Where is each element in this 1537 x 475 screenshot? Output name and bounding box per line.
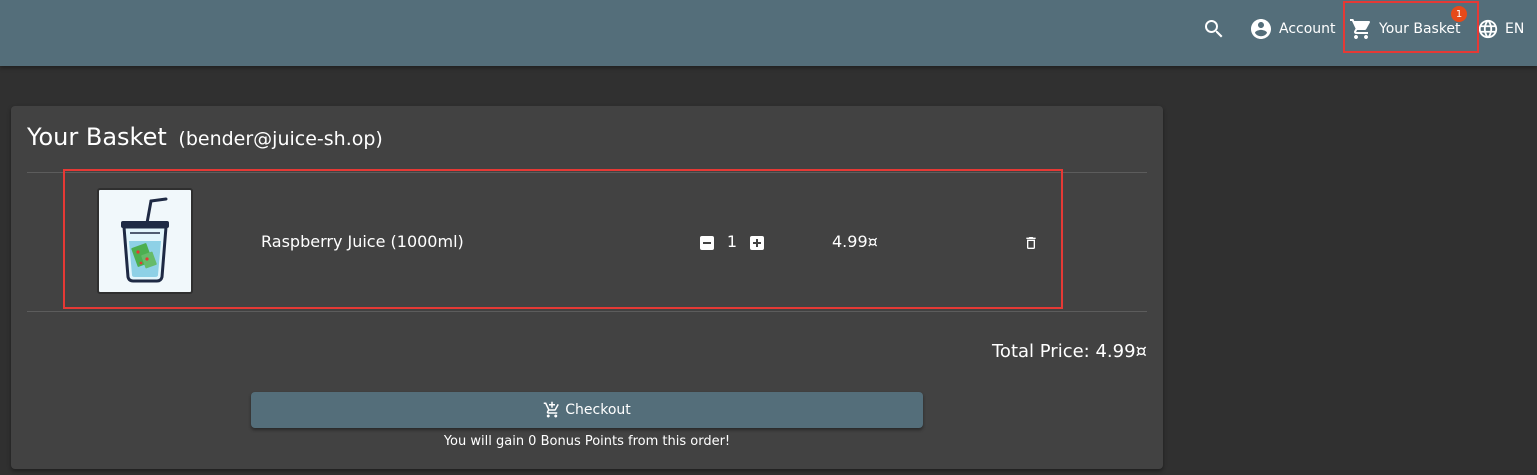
- basket-title: Your Basket: [27, 123, 167, 151]
- item-quantity: 1: [726, 232, 738, 251]
- basket-user-email: (bender@juice-sh.op): [178, 128, 383, 150]
- page-title: Your Basket (bender@juice-sh.op): [27, 123, 383, 151]
- basket-label: Your Basket: [1379, 21, 1461, 37]
- basket-card: Your Basket (bender@juice-sh.op) Raspber…: [11, 106, 1163, 469]
- checkout-button[interactable]: Checkout: [251, 392, 923, 428]
- checkout-label: Checkout: [565, 402, 631, 418]
- total-price: Total Price: 4.99¤: [992, 341, 1147, 362]
- delete-icon[interactable]: [1023, 234, 1039, 252]
- language-button[interactable]: EN: [1477, 0, 1524, 58]
- divider-bottom: [27, 311, 1147, 312]
- basket-item-row: Raspberry Juice (1000ml) 1 4.99¤: [27, 173, 1147, 311]
- decrease-quantity-icon[interactable]: [700, 236, 714, 250]
- basket-button[interactable]: Your Basket: [1349, 0, 1461, 58]
- language-label: EN: [1505, 21, 1525, 37]
- account-button[interactable]: Account: [1249, 0, 1336, 58]
- search-button[interactable]: [1201, 0, 1227, 58]
- account-circle-icon: [1251, 19, 1271, 39]
- juice-cup-icon: [121, 197, 169, 283]
- bonus-points-text: You will gain 0 Bonus Points from this o…: [443, 434, 731, 449]
- top-toolbar: Account Your Basket 1 EN: [0, 0, 1537, 66]
- item-price: 4.99¤: [832, 232, 878, 251]
- product-name: Raspberry Juice (1000ml): [261, 232, 464, 251]
- search-icon: [1205, 20, 1223, 38]
- increase-quantity-icon[interactable]: [750, 236, 764, 250]
- account-label: Account: [1279, 21, 1336, 37]
- globe-icon: [1478, 19, 1498, 39]
- add-shopping-cart-icon: [544, 401, 560, 418]
- shopping-cart-icon: [1350, 19, 1371, 39]
- product-image[interactable]: [97, 188, 193, 294]
- basket-count-badge: 1: [1451, 6, 1467, 22]
